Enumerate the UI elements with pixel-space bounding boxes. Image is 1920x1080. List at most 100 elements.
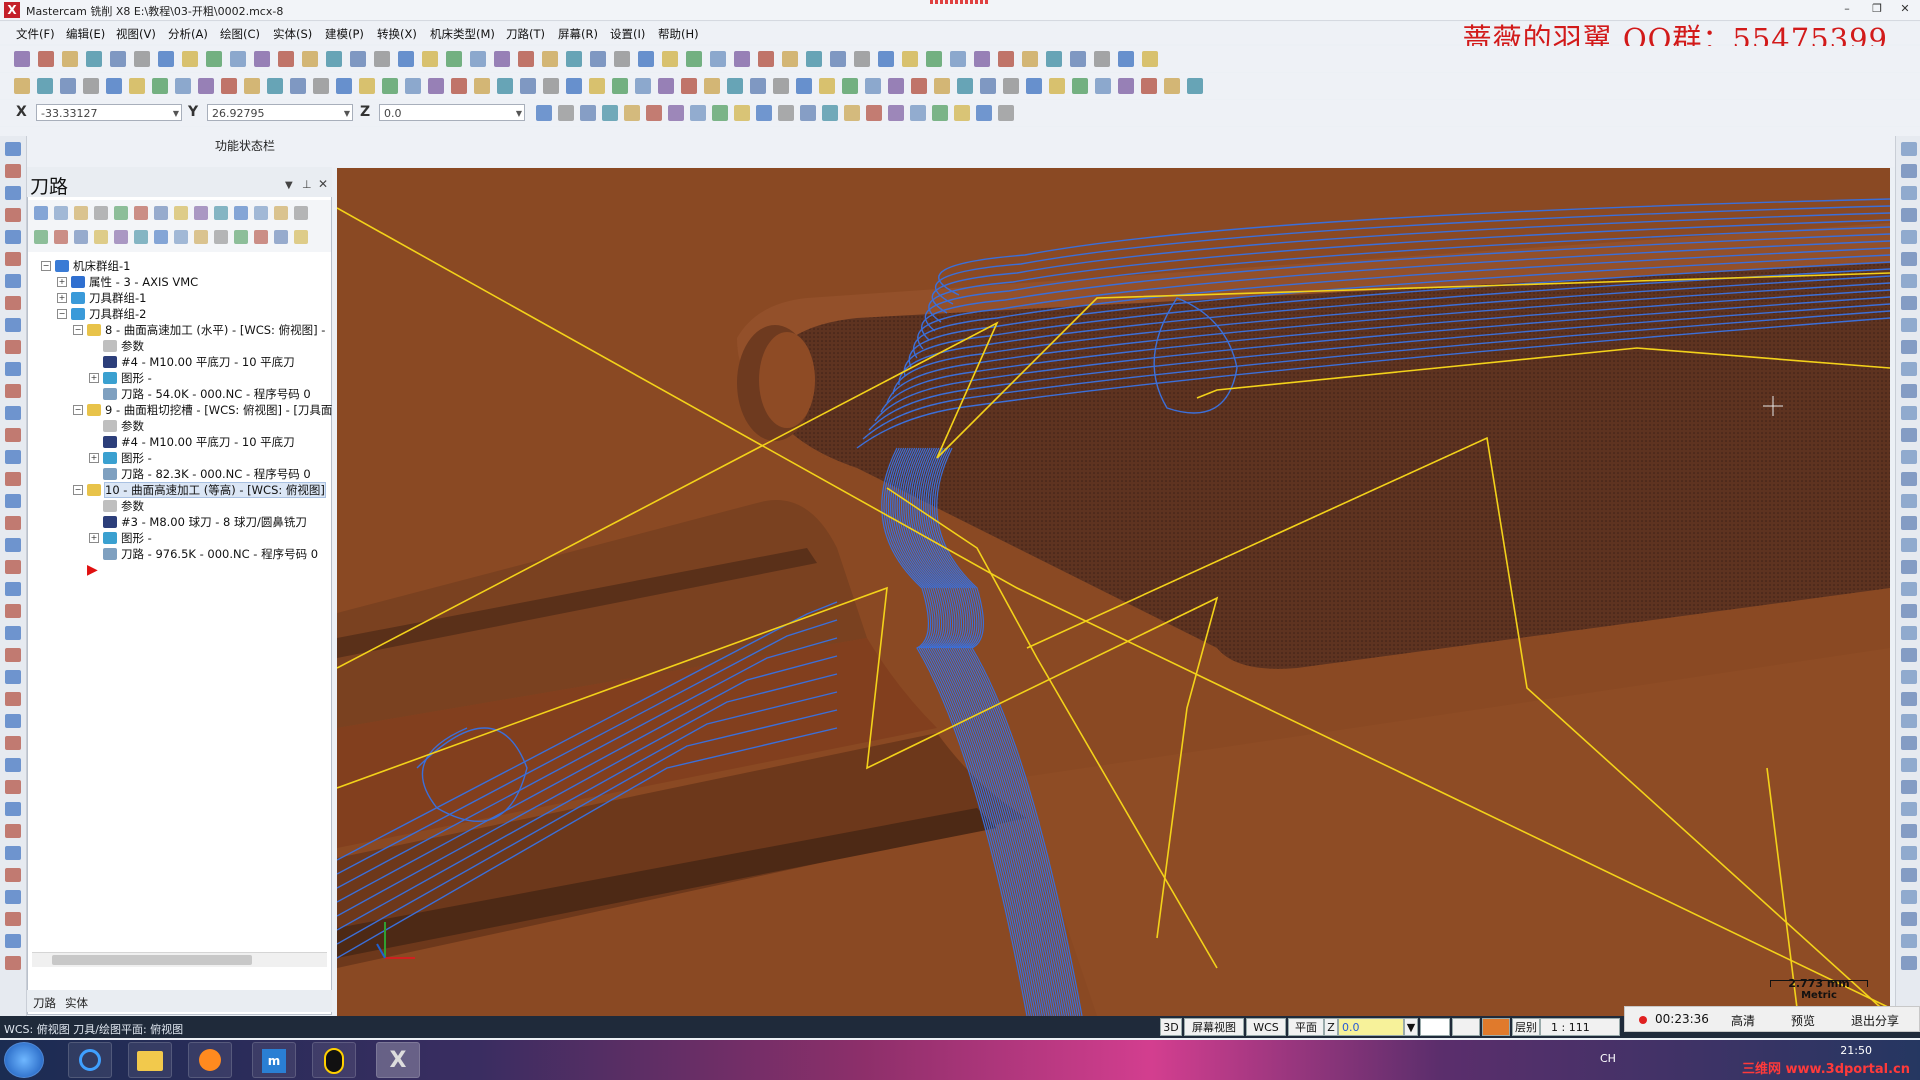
chevron-down-icon[interactable]: ▼ xyxy=(344,105,350,122)
panel-tool-icon[interactable] xyxy=(74,206,88,220)
toolbar-button-icon[interactable] xyxy=(158,51,174,67)
side-tool-icon[interactable] xyxy=(1901,274,1917,288)
toolbar-button-icon[interactable] xyxy=(635,78,651,94)
side-tool-icon[interactable] xyxy=(1901,252,1917,266)
toolbar-button-icon[interactable] xyxy=(60,78,76,94)
toolbar-button-icon[interactable] xyxy=(734,105,750,121)
chevron-down-icon[interactable]: ▼ xyxy=(516,105,522,122)
side-tool-icon[interactable] xyxy=(1901,362,1917,376)
tree-item[interactable]: #3 - M8.00 球刀 - 8 球刀/圆鼻铣刀 xyxy=(103,514,307,530)
toolbar-button-icon[interactable] xyxy=(254,51,270,67)
toolbar-button-icon[interactable] xyxy=(359,78,375,94)
preview-button[interactable]: 预览 xyxy=(1791,1012,1815,1029)
toolbar-button-icon[interactable] xyxy=(589,78,605,94)
ie-icon[interactable] xyxy=(68,1042,112,1078)
panel-tool-icon[interactable] xyxy=(34,206,48,220)
toolbar-button-icon[interactable] xyxy=(244,78,260,94)
toolbar-button-icon[interactable] xyxy=(926,51,942,67)
toolbar-button-icon[interactable] xyxy=(543,78,559,94)
side-tool-icon[interactable] xyxy=(5,274,21,288)
panel-tool-icon[interactable] xyxy=(254,230,268,244)
qq-icon[interactable] xyxy=(312,1042,356,1078)
toolbar-button-icon[interactable] xyxy=(954,105,970,121)
toolbar-button-icon[interactable] xyxy=(690,105,706,121)
side-tool-icon[interactable] xyxy=(1901,428,1917,442)
expand-toggle-icon[interactable]: + xyxy=(57,293,67,303)
panel-tool-icon[interactable] xyxy=(134,230,148,244)
toolbar-button-icon[interactable] xyxy=(822,105,838,121)
expand-toggle-icon[interactable]: − xyxy=(73,405,83,415)
side-tool-icon[interactable] xyxy=(1901,296,1917,310)
chevron-down-icon[interactable]: ▼ xyxy=(1404,1018,1418,1036)
panel-tool-icon[interactable] xyxy=(174,206,188,220)
toolbar-button-icon[interactable] xyxy=(980,78,996,94)
side-tool-icon[interactable] xyxy=(1901,890,1917,904)
toolbar-button-icon[interactable] xyxy=(1046,51,1062,67)
panel-tool-icon[interactable] xyxy=(154,230,168,244)
toolbar-button-icon[interactable] xyxy=(302,51,318,67)
tree-item[interactable]: 图形 - xyxy=(103,450,152,466)
toolbar-button-icon[interactable] xyxy=(842,78,858,94)
toolbar-button-icon[interactable] xyxy=(612,78,628,94)
toolbar-button-icon[interactable] xyxy=(638,51,654,67)
toolbar-button-icon[interactable] xyxy=(778,105,794,121)
side-tool-icon[interactable] xyxy=(5,912,21,926)
toolbar-button-icon[interactable] xyxy=(110,51,126,67)
menu-view[interactable]: 视图(V) xyxy=(116,26,156,42)
toolbar-button-icon[interactable] xyxy=(14,51,30,67)
side-tool-icon[interactable] xyxy=(1901,692,1917,706)
toolbar-button-icon[interactable] xyxy=(910,105,926,121)
plane-button[interactable]: 平面 xyxy=(1288,1018,1324,1036)
side-tool-icon[interactable] xyxy=(1901,934,1917,948)
panel-tool-icon[interactable] xyxy=(174,230,188,244)
panel-tool-icon[interactable] xyxy=(274,206,288,220)
toolbar-button-icon[interactable] xyxy=(830,51,846,67)
side-tool-icon[interactable] xyxy=(1901,186,1917,200)
side-tool-icon[interactable] xyxy=(1901,384,1917,398)
side-tool-icon[interactable] xyxy=(5,802,21,816)
side-tool-icon[interactable] xyxy=(5,692,21,706)
toolbar-button-icon[interactable] xyxy=(624,105,640,121)
panel-tool-icon[interactable] xyxy=(54,230,68,244)
expand-toggle-icon[interactable]: + xyxy=(89,453,99,463)
panel-tool-icon[interactable] xyxy=(114,230,128,244)
toolbar-button-icon[interactable] xyxy=(866,105,882,121)
menu-toolpaths[interactable]: 刀路(T) xyxy=(506,26,545,42)
side-tool-icon[interactable] xyxy=(1901,142,1917,156)
side-tool-icon[interactable] xyxy=(1901,912,1917,926)
panel-close-icon[interactable]: ✕ xyxy=(318,177,328,191)
menu-analyze[interactable]: 分析(A) xyxy=(168,26,208,42)
toolbar-button-icon[interactable] xyxy=(350,51,366,67)
tree-item[interactable]: 9 - 曲面粗切挖槽 - [WCS: 俯视图] - [刀具面 xyxy=(87,402,332,418)
z-depth-field[interactable]: 0.0 xyxy=(1338,1018,1404,1036)
side-tool-icon[interactable] xyxy=(5,318,21,332)
scroll-thumb[interactable] xyxy=(52,955,252,965)
side-tool-icon[interactable] xyxy=(1901,516,1917,530)
toolbar-button-icon[interactable] xyxy=(957,78,973,94)
toolbar-button-icon[interactable] xyxy=(1022,51,1038,67)
toolbar-button-icon[interactable] xyxy=(566,51,582,67)
menu-edit[interactable]: 编辑(E) xyxy=(66,26,105,42)
toolbar-button-icon[interactable] xyxy=(278,51,294,67)
side-tool-icon[interactable] xyxy=(5,494,21,508)
side-tool-icon[interactable] xyxy=(5,846,21,860)
tree-item[interactable]: 参数 xyxy=(103,418,144,434)
mastercam-taskbar-icon[interactable]: X xyxy=(376,1042,420,1078)
horizontal-scrollbar[interactable] xyxy=(32,952,327,967)
panel-tool-icon[interactable] xyxy=(74,230,88,244)
side-tool-icon[interactable] xyxy=(5,164,21,178)
side-tool-icon[interactable] xyxy=(5,142,21,156)
side-tool-icon[interactable] xyxy=(1901,340,1917,354)
side-tool-icon[interactable] xyxy=(1901,736,1917,750)
toolbar-button-icon[interactable] xyxy=(497,78,513,94)
toolbar-button-icon[interactable] xyxy=(686,51,702,67)
side-tool-icon[interactable] xyxy=(5,428,21,442)
toolbar-button-icon[interactable] xyxy=(1094,51,1110,67)
panel-tool-icon[interactable] xyxy=(234,206,248,220)
z-coordinate-field[interactable]: 0.0 ▼ xyxy=(379,104,525,121)
panel-tool-icon[interactable] xyxy=(134,206,148,220)
toolbar-button-icon[interactable] xyxy=(796,78,812,94)
toolbar-button-icon[interactable] xyxy=(974,51,990,67)
menu-help[interactable]: 帮助(H) xyxy=(658,26,699,42)
toolbar-button-icon[interactable] xyxy=(614,51,630,67)
